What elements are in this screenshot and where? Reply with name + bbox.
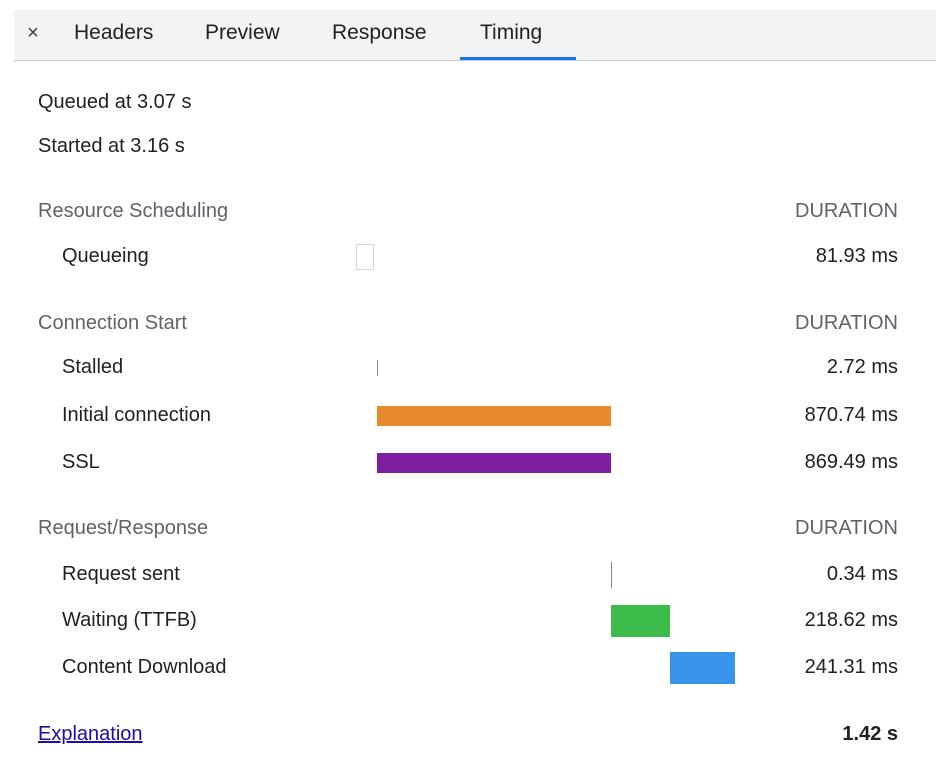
tab-bar: × Headers Preview Response Timing — [14, 10, 936, 61]
started-at-text: Started at 3.16 s — [38, 135, 185, 157]
row-label-content-download: Content Download — [62, 656, 227, 678]
active-tab-indicator — [460, 57, 576, 60]
row-value-waiting-ttfb: 218.62 ms — [804, 609, 898, 631]
section-title-request-response: Request/Response — [38, 517, 209, 539]
duration-header: DURATION — [795, 517, 898, 539]
row-label-request-sent: Request sent — [62, 563, 180, 585]
row-value-ssl: 869.49 ms — [804, 451, 898, 473]
section-title-connection-start: Connection Start — [38, 312, 187, 334]
total-duration: 1.42 s — [842, 723, 898, 745]
initial-connection-bar — [377, 406, 611, 426]
stalled-bar — [377, 360, 378, 376]
tab-headers[interactable]: Headers — [74, 19, 153, 47]
row-label-stalled: Stalled — [62, 356, 124, 378]
row-value-initial-connection: 870.74 ms — [804, 404, 898, 426]
content-download-bar — [670, 652, 735, 684]
queueing-bar — [356, 244, 374, 270]
tab-timing[interactable]: Timing — [480, 19, 542, 47]
row-label-queueing: Queueing — [62, 245, 149, 267]
section-title-resource-scheduling: Resource Scheduling — [38, 200, 229, 222]
ssl-bar — [377, 453, 611, 473]
close-icon[interactable]: × — [24, 19, 42, 47]
row-label-waiting-ttfb: Waiting (TTFB) — [62, 609, 197, 631]
duration-header: DURATION — [795, 200, 898, 222]
explanation-link[interactable]: Explanation — [38, 720, 143, 748]
row-value-content-download: 241.31 ms — [804, 656, 898, 678]
tab-response[interactable]: Response — [332, 19, 427, 47]
request-sent-bar — [611, 562, 612, 588]
row-label-initial-connection: Initial connection — [62, 404, 211, 426]
row-value-queueing: 81.93 ms — [815, 245, 898, 267]
row-value-stalled: 2.72 ms — [826, 356, 898, 378]
waiting-ttfb-bar — [611, 605, 670, 637]
queued-at-text: Queued at 3.07 s — [38, 91, 192, 113]
duration-header: DURATION — [795, 312, 898, 334]
row-label-ssl: SSL — [62, 451, 100, 473]
tab-preview[interactable]: Preview — [205, 19, 280, 47]
row-value-request-sent: 0.34 ms — [826, 563, 898, 585]
